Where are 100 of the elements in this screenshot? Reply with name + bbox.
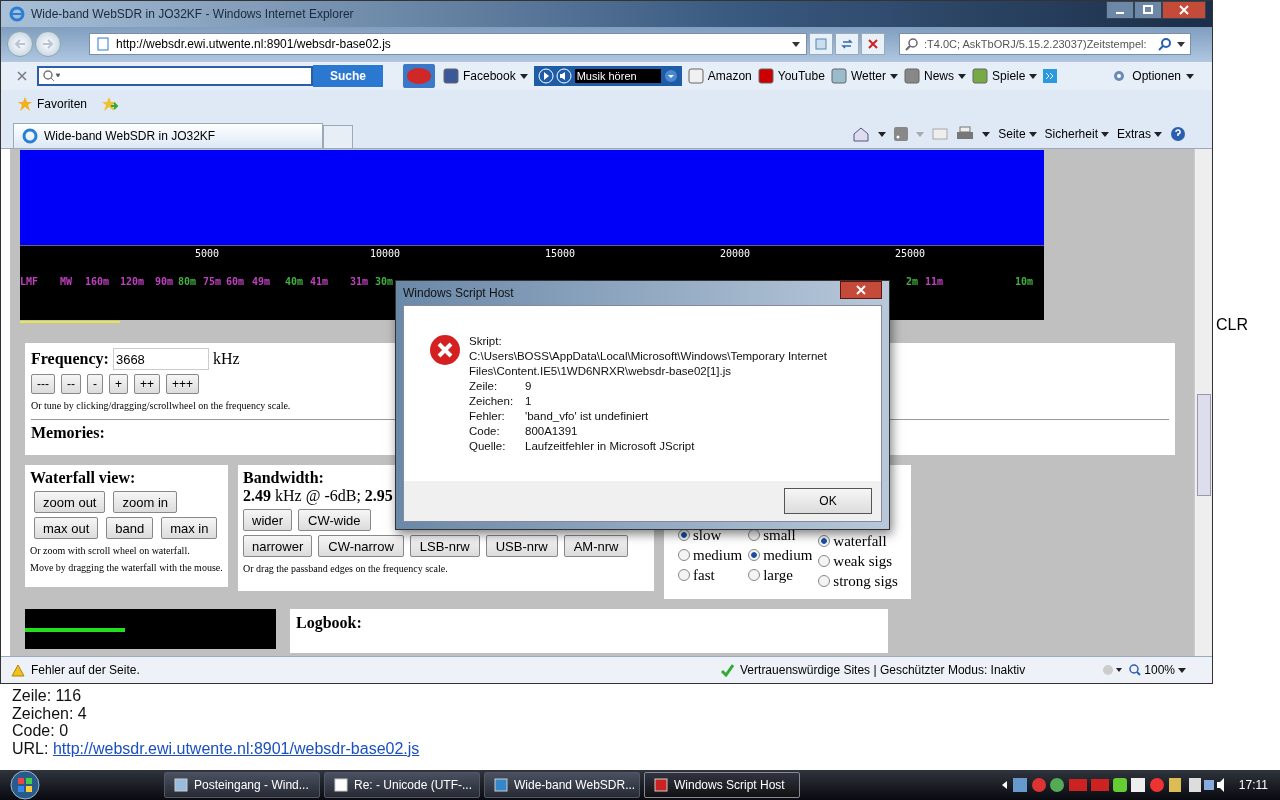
bandwidth-button[interactable]: wider — [243, 509, 293, 531]
band-label[interactable]: 30m — [375, 276, 394, 287]
field-label: Fehler: — [469, 409, 506, 424]
band-label[interactable]: 2m — [906, 276, 919, 287]
printer-icon[interactable] — [956, 126, 975, 142]
maximize-button[interactable] — [1134, 1, 1162, 19]
frequency-scale[interactable]: 5000 10000 15000 20000 25000 — [20, 245, 1044, 264]
new-tab-button[interactable] — [323, 125, 353, 148]
waterfall-button[interactable]: max out — [34, 517, 99, 539]
command-menu[interactable]: Sicherheit — [1044, 127, 1109, 141]
band-label[interactable]: 120m — [120, 276, 145, 287]
bandwidth-button[interactable]: CW-narrow — [318, 535, 404, 557]
command-menu[interactable]: Extras — [1117, 127, 1162, 141]
step-button[interactable]: +++ — [166, 374, 200, 394]
band-label[interactable]: 75m — [203, 276, 222, 287]
help-icon[interactable] — [1170, 126, 1186, 142]
zoom-control[interactable]: 100% — [1129, 663, 1186, 677]
step-button[interactable]: -- — [61, 374, 81, 394]
band-label[interactable]: 41m — [310, 276, 329, 287]
close-button[interactable] — [1162, 1, 1206, 19]
close-icon[interactable] — [17, 71, 27, 81]
refresh-button[interactable] — [835, 33, 859, 55]
radio-option[interactable]: weak sigs — [818, 551, 898, 571]
radio-option[interactable]: large — [748, 565, 813, 585]
address-field[interactable]: http://websdr.ewi.utwente.nl:8901/websdr-base02.js — [89, 33, 807, 55]
band-label[interactable]: 49m — [252, 276, 271, 287]
dropdown-icon — [958, 73, 967, 79]
bandwidth-button[interactable]: LSB-nrw — [409, 535, 480, 557]
toolbar-link[interactable]: Wetter — [830, 68, 898, 84]
radio-option[interactable]: fast — [678, 565, 743, 585]
radio-option[interactable]: strong sigs — [818, 571, 898, 591]
music-player[interactable]: Musik hören — [533, 66, 682, 86]
radio-option[interactable]: medium — [748, 545, 813, 565]
search-field[interactable]: :T4.0C; AskTbORJ/5.15.2.23037)Zeitstempel: — [899, 33, 1191, 55]
more-icon[interactable] — [1043, 69, 1058, 83]
bandwidth-button[interactable]: narrower — [243, 535, 313, 557]
browser-tab[interactable]: Wide-band WebSDR in JO32KF — [13, 123, 323, 148]
waterfall-button[interactable]: zoom out — [34, 491, 106, 513]
band-label[interactable]: 10m — [1015, 276, 1034, 287]
security-zone[interactable]: Vertrauenswürdige Sites | Geschützter Modus: Inaktiv — [740, 663, 1026, 677]
start-button[interactable] — [8, 770, 42, 800]
band-label[interactable]: 80m — [178, 276, 197, 287]
toolbar-link[interactable]: Spiele — [972, 68, 1038, 84]
clock[interactable]: 17:11 — [1238, 778, 1268, 792]
toolbar-link[interactable]: News — [904, 68, 967, 84]
bandwidth-button[interactable]: CW-wide — [298, 509, 371, 531]
dropdown-icon — [792, 41, 800, 47]
band-label[interactable]: 11m — [925, 276, 944, 287]
dropdown-icon[interactable] — [982, 131, 991, 137]
taskbar-button[interactable]: Posteingang - Wind... — [164, 772, 320, 798]
step-button[interactable]: --- — [31, 374, 55, 394]
dropdown-icon[interactable] — [878, 131, 887, 137]
toolbar-link[interactable]: Amazon — [687, 68, 752, 84]
bandwidth-button[interactable]: USB-nrw — [485, 535, 558, 557]
taskbar-button[interactable]: Windows Script Host — [644, 772, 800, 798]
favorites-button[interactable]: Favoriten — [17, 96, 88, 112]
hint-text: Or drag the passband edges on the frequency scale. — [243, 563, 448, 574]
waterfall-button[interactable]: zoom in — [113, 491, 177, 513]
options-menu[interactable]: Optionen — [1111, 68, 1194, 84]
radio-option[interactable]: waterfall — [818, 531, 898, 551]
dropdown-icon — [1178, 667, 1186, 673]
compatibility-button[interactable] — [809, 33, 833, 55]
toolbar-link[interactable]: Facebook — [443, 68, 528, 84]
toolbar-link[interactable]: YouTube — [757, 68, 825, 84]
dropdown-icon — [1028, 131, 1037, 137]
band-label[interactable]: LMF — [20, 276, 39, 287]
stop-button[interactable] — [861, 33, 885, 55]
step-button[interactable]: - — [87, 374, 103, 394]
home-icon[interactable] — [852, 126, 871, 142]
radio-option[interactable]: medium — [678, 545, 743, 565]
close-button[interactable] — [840, 281, 882, 299]
waterfall-button[interactable]: max in — [161, 517, 218, 539]
step-button[interactable]: ++ — [134, 374, 161, 394]
ok-button[interactable]: OK — [784, 488, 872, 514]
band-label[interactable]: MW — [60, 276, 73, 287]
band-label[interactable]: 90m — [155, 276, 174, 287]
band-label[interactable]: 60m — [226, 276, 245, 287]
command-menu[interactable]: Seite — [998, 127, 1037, 141]
minimize-button[interactable] — [1106, 1, 1134, 19]
step-button[interactable]: + — [109, 374, 128, 394]
toolbar-search-field[interactable] — [37, 66, 313, 86]
scrollbar[interactable] — [1194, 149, 1212, 656]
back-button[interactable] — [7, 31, 33, 57]
bandwidth-button[interactable]: AM-nrw — [563, 535, 629, 557]
url-link[interactable]: http://websdr.ewi.utwente.nl:8901/websdr-base02.js — [52, 739, 420, 757]
taskbar-button[interactable]: Wide-band WebSDR... — [484, 772, 640, 798]
band-label[interactable]: 31m — [350, 276, 369, 287]
frequency-input[interactable]: 3668 — [112, 348, 209, 370]
band-label[interactable]: 160m — [85, 276, 110, 287]
forward-button[interactable] — [35, 31, 61, 57]
waterfall-button[interactable]: band — [106, 517, 154, 539]
window-icon — [333, 777, 349, 793]
taskbar-button[interactable]: Re: - Unicode (UTF-... — [324, 772, 480, 798]
warning-icon[interactable] — [11, 663, 25, 677]
feed-icon[interactable] — [894, 127, 909, 141]
band-label[interactable]: 40m — [285, 276, 304, 287]
status-message[interactable]: Fehler auf der Seite. — [31, 663, 140, 677]
search-button[interactable]: Suche — [313, 65, 383, 87]
add-favorite-icon[interactable] — [101, 96, 120, 112]
passband-marker[interactable] — [20, 321, 120, 323]
